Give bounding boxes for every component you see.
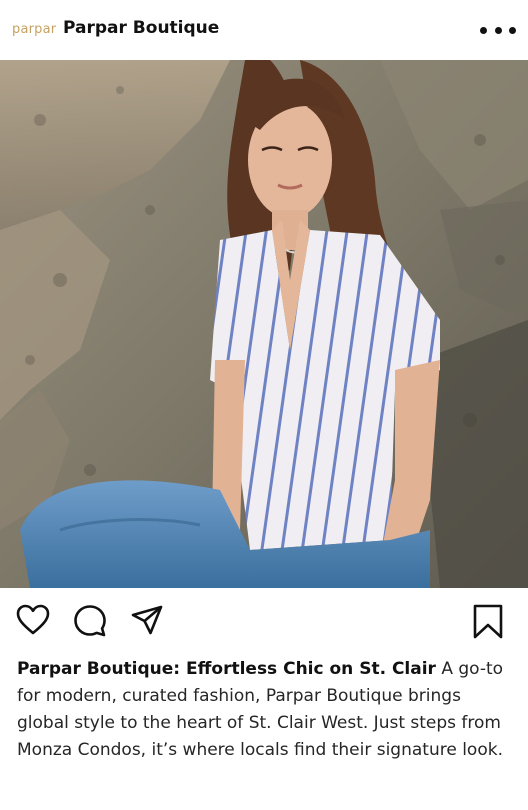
more-options-icon[interactable] bbox=[480, 22, 516, 38]
comment-icon[interactable] bbox=[73, 604, 107, 638]
account-name[interactable]: Parpar Boutique bbox=[63, 18, 219, 38]
post-actions bbox=[0, 588, 528, 650]
more-dot bbox=[494, 26, 502, 34]
more-dot bbox=[480, 26, 487, 34]
send-icon[interactable] bbox=[130, 604, 164, 638]
more-dot bbox=[509, 26, 516, 34]
bookmark-icon[interactable] bbox=[472, 604, 504, 640]
post-caption: Parpar Boutique: Effortless Chic on St. … bbox=[17, 656, 511, 764]
caption-title[interactable]: Parpar Boutique: Effortless Chic on St. … bbox=[17, 659, 436, 679]
photo-illustration bbox=[0, 60, 528, 588]
heart-icon[interactable] bbox=[16, 604, 50, 636]
brand-avatar[interactable]: parpar bbox=[12, 22, 56, 37]
post-header: parpar Parpar Boutique bbox=[0, 0, 528, 60]
post-photo[interactable] bbox=[0, 60, 528, 588]
